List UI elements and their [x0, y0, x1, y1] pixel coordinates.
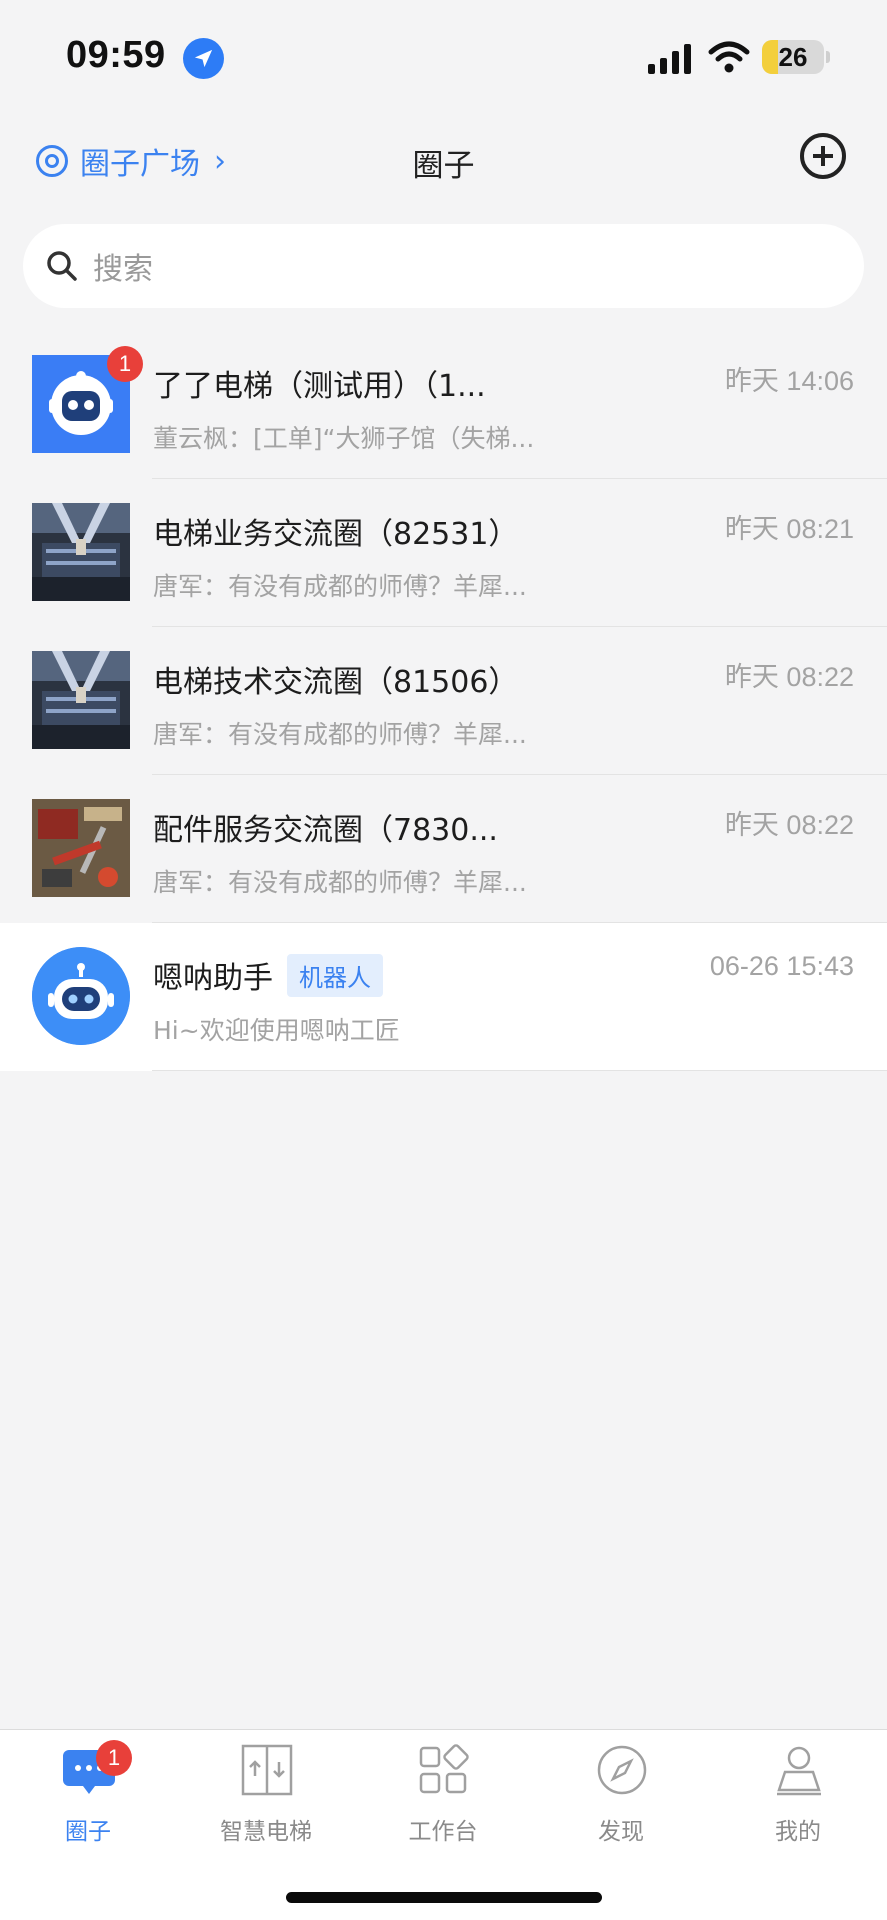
elevator-photo-avatar: [32, 503, 130, 601]
chevron-right-icon: ›: [214, 143, 226, 179]
chat-row[interactable]: 配件服务交流圈（7830... 昨天 08:22 唐军：有没有成都的师傅？羊犀.…: [0, 775, 887, 923]
home-indicator: [286, 1892, 602, 1903]
tab-label: 智慧电梯: [220, 1819, 312, 1845]
elevator-photo-avatar: [32, 651, 130, 749]
chat-time: 昨天 08:21: [724, 514, 854, 544]
chat-title: 电梯技术交流圈（81506）: [153, 665, 519, 700]
search-placeholder: 搜索: [93, 252, 153, 287]
search-bar[interactable]: 搜索: [23, 224, 864, 308]
app-screen: 09:59 26 圈子广场 › 圈子 搜索 1 了了电梯（测试用）（1... 昨…: [0, 0, 887, 1920]
tab-me[interactable]: 我的: [728, 1744, 868, 1845]
chat-time: 昨天 08:22: [724, 662, 854, 692]
tab-workbench[interactable]: 工作台: [373, 1744, 513, 1845]
search-icon: [47, 251, 77, 281]
chat-time: 昨天 14:06: [724, 366, 854, 396]
battery-nub: [826, 51, 830, 63]
chat-preview: Hi~欢迎使用嗯呐工匠: [153, 1016, 400, 1045]
chat-preview: 唐军：有没有成都的师傅？羊犀...: [153, 720, 527, 749]
battery-indicator: 26: [762, 40, 824, 74]
header: 圈子广场 › 圈子: [0, 120, 887, 202]
circle-plaza-label: 圈子广场: [80, 147, 200, 182]
chat-time: 昨天 08:22: [724, 810, 854, 840]
battery-level-text: 26: [778, 42, 808, 72]
chat-preview: 唐军：有没有成都的师傅？羊犀...: [153, 868, 527, 897]
location-arrow-icon: [183, 38, 224, 79]
chat-preview: 董云枫：[工单]“大狮子馆（失梯...: [153, 424, 535, 453]
tab-discover[interactable]: 发现: [551, 1744, 691, 1845]
chat-row[interactable]: 电梯业务交流圈（82531） 昨天 08:21 唐军：有没有成都的师傅？羊犀..…: [0, 479, 887, 627]
tools-photo-avatar: [32, 799, 130, 897]
elevator-icon: [241, 1744, 293, 1796]
compass-icon: [597, 1745, 647, 1795]
chat-time: 06-26 15:43: [709, 951, 854, 981]
tab-smart-elevator[interactable]: 智慧电梯: [196, 1744, 336, 1845]
circle-plaza-link[interactable]: 圈子广场 ›: [36, 136, 226, 186]
tab-label: 工作台: [408, 1819, 478, 1845]
robot-tag: 机器人: [287, 953, 383, 997]
workbench-icon: [419, 1744, 469, 1794]
wifi-icon: [708, 41, 750, 73]
row-divider: [152, 1070, 887, 1071]
chat-title: 配件服务交流圈（7830...: [153, 813, 498, 848]
chat-preview: 唐军：有没有成都的师傅？羊犀...: [153, 572, 527, 601]
add-button[interactable]: [800, 133, 846, 179]
tab-label: 圈子: [65, 1819, 111, 1845]
tab-circle[interactable]: 1 圈子: [18, 1740, 158, 1845]
chat-title: 电梯业务交流圈（82531）: [153, 517, 519, 552]
status-time: 09:59: [66, 34, 166, 76]
status-bar: 09:59 26: [0, 0, 887, 110]
tab-label: 发现: [598, 1819, 644, 1845]
chat-title: 了了电梯（测试用）（1...: [153, 369, 486, 404]
profile-icon: [777, 1746, 821, 1796]
chat-list: 1 了了电梯（测试用）（1... 昨天 14:06 董云枫：[工单]“大狮子馆（…: [0, 331, 887, 1071]
tab-label: 我的: [775, 1819, 821, 1845]
unread-badge: 1: [107, 346, 143, 382]
target-icon: [36, 145, 68, 177]
chat-row[interactable]: 嗯呐助手 机器人 06-26 15:43 Hi~欢迎使用嗯呐工匠: [0, 923, 887, 1071]
chat-row[interactable]: 电梯技术交流圈（81506） 昨天 08:22 唐军：有没有成都的师傅？羊犀..…: [0, 627, 887, 775]
tab-unread-badge: 1: [96, 1740, 132, 1776]
chat-title: 嗯呐助手 机器人: [153, 953, 383, 997]
chat-row[interactable]: 1 了了电梯（测试用）（1... 昨天 14:06 董云枫：[工单]“大狮子馆（…: [0, 331, 887, 479]
cellular-signal-icon: [648, 44, 691, 74]
assistant-robot-avatar: [32, 947, 130, 1045]
